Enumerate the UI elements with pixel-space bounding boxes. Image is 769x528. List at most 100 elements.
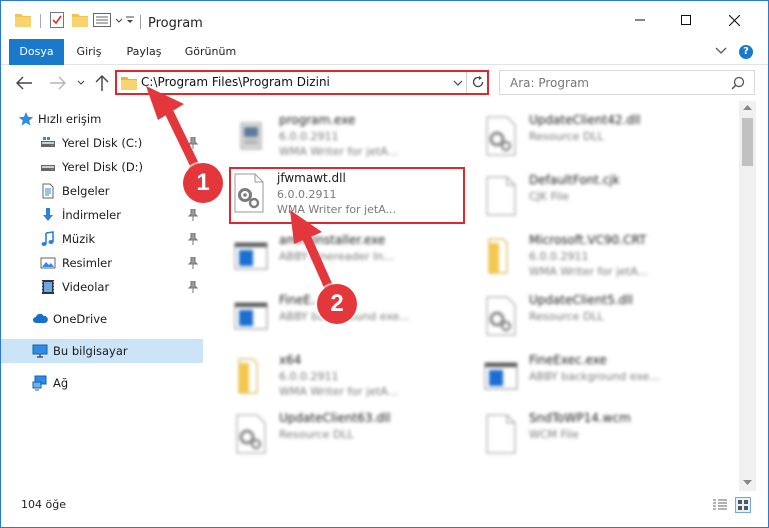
quick-access-dropdown-icon[interactable] xyxy=(125,15,135,25)
maximize-button[interactable] xyxy=(663,1,709,39)
sidebar-item-label: Bu bilgisayar xyxy=(53,344,128,358)
recent-locations-icon[interactable] xyxy=(77,79,85,87)
file-name: jfwmawt.dll xyxy=(277,171,346,185)
sidebar-item-label: Hızlı erişim xyxy=(38,112,102,126)
vertical-scrollbar[interactable] xyxy=(739,101,756,491)
list-item[interactable]: UpdateClient5.dll Resource DLL xyxy=(457,289,693,345)
file-version: 6.0.0.2911 xyxy=(529,250,589,263)
large-icons-view-button[interactable] xyxy=(735,497,751,513)
pin-icon[interactable] xyxy=(188,281,198,293)
list-item[interactable]: UpdateClient63.dll Resource DLL xyxy=(207,407,443,463)
search-icon[interactable] xyxy=(731,76,745,90)
list-item[interactable]: FineExec.exe ABBY background exe... xyxy=(457,349,693,405)
sidebar-item-music[interactable]: Müzik xyxy=(1,227,203,251)
file-description: Resource DLL xyxy=(529,310,604,323)
file-description: WMA Writer for jetA... xyxy=(529,265,649,278)
sidebar-item-pictures[interactable]: Resimler xyxy=(1,251,203,275)
search-box[interactable]: Ara: Program xyxy=(499,70,755,95)
list-item-target-dll[interactable]: jfwmawt.dll 6.0.0.2911 WMA Writer for je… xyxy=(229,167,465,223)
file-list-area: program.exe 6.0.0.2911 WMA Writer for je… xyxy=(205,101,739,491)
videos-icon xyxy=(42,280,54,294)
file-description: ABBY Finereader In... xyxy=(279,250,394,263)
highlighted-dll-file[interactable]: jfwmawt.dll 6.0.0.2911 WMA Writer for je… xyxy=(229,167,465,224)
pin-icon[interactable] xyxy=(188,257,198,269)
folder-icon[interactable] xyxy=(15,13,31,27)
sidebar-item-downloads[interactable]: İndirmeler xyxy=(1,203,203,227)
pin-icon[interactable] xyxy=(188,185,198,197)
file-description: WMA Writer for jetA... xyxy=(279,385,399,398)
close-icon xyxy=(728,14,740,26)
sidebar-item-label: İndirmeler xyxy=(62,208,121,222)
address-path[interactable]: C:\Program Files\Program Dizini xyxy=(141,75,330,89)
minimize-button[interactable] xyxy=(617,1,663,39)
back-arrow-icon[interactable] xyxy=(15,75,33,91)
sidebar-item-label: Resimler xyxy=(62,256,112,270)
dll-icon xyxy=(236,414,266,454)
sidebar-item-local-disk-d[interactable]: Yerel Disk (D:) xyxy=(1,155,203,179)
status-bar: 104 öğe xyxy=(1,491,768,527)
list-item[interactable]: program.exe 6.0.0.2911 WMA Writer for je… xyxy=(207,109,443,165)
chevron-down-icon[interactable] xyxy=(715,46,727,56)
pin-icon[interactable] xyxy=(188,209,198,221)
sidebar-item-label: Videolar xyxy=(62,280,110,294)
sidebar-item-label: Yerel Disk (D:) xyxy=(62,160,144,174)
tab-home[interactable]: Giriş xyxy=(67,39,111,65)
file-description: Resource DLL xyxy=(529,130,604,143)
title-bar: Program xyxy=(1,1,768,39)
file-description: ABBY background exe... xyxy=(279,310,410,323)
properties-check-icon[interactable] xyxy=(50,12,64,28)
view-properties-icon[interactable] xyxy=(93,13,111,27)
tab-share[interactable]: Paylaş xyxy=(119,39,169,65)
file-name: program.exe xyxy=(279,113,356,127)
quick-access-separator xyxy=(40,14,41,28)
pictures-icon xyxy=(40,257,56,269)
list-item[interactable]: FineE...e ABBY background exe... xyxy=(207,289,443,345)
pin-icon[interactable] xyxy=(188,161,198,173)
pin-icon[interactable] xyxy=(188,137,198,149)
music-icon xyxy=(41,231,54,246)
list-item[interactable]: Microsoft.VC90.CRT 6.0.0.2911 WMA Writer… xyxy=(457,229,693,285)
list-item[interactable]: UpdateClient42.dll Resource DLL xyxy=(457,109,693,165)
dll-icon xyxy=(486,116,516,156)
refresh-icon[interactable] xyxy=(471,75,485,89)
close-button[interactable] xyxy=(711,1,757,39)
sidebar-item-quick-access[interactable]: Hızlı erişim xyxy=(1,107,203,131)
folder-icon xyxy=(488,238,508,274)
sidebar-item-onedrive[interactable]: OneDrive xyxy=(1,307,203,331)
address-bar[interactable]: C:\Program Files\Program Dizini xyxy=(115,70,489,95)
details-view-icon[interactable] xyxy=(713,499,727,511)
sidebar-item-network[interactable]: Ağ xyxy=(1,371,203,395)
sidebar-item-this-pc[interactable]: Bu bilgisayar xyxy=(1,339,203,363)
list-item[interactable]: ammiinstaller.exe ABBY Finereader In... xyxy=(207,229,443,285)
window-icon xyxy=(234,302,268,330)
scroll-down-icon[interactable] xyxy=(743,479,752,486)
list-item[interactable]: DefaultFont.cjk CJK File xyxy=(457,169,693,225)
sidebar-item-documents[interactable]: Belgeler xyxy=(1,179,203,203)
customize-arrow-icon[interactable] xyxy=(114,15,124,25)
file-name: UpdateClient42.dll xyxy=(529,113,641,127)
list-item[interactable]: x64 6.0.0.2911 WMA Writer for jetA... xyxy=(207,349,443,405)
sidebar-item-videos[interactable]: Videolar xyxy=(1,275,203,299)
up-arrow-icon[interactable] xyxy=(94,74,110,92)
tab-file[interactable]: Dosya xyxy=(9,39,64,65)
new-folder-icon[interactable] xyxy=(72,13,88,27)
document-icon xyxy=(42,183,54,199)
search-input[interactable]: Ara: Program xyxy=(510,76,589,90)
file-description: WCM File xyxy=(529,428,579,441)
pin-icon[interactable] xyxy=(188,233,198,245)
ribbon-tabs: Dosya Giriş Paylaş Görünüm ? xyxy=(1,39,768,65)
scroll-up-icon[interactable] xyxy=(743,104,752,111)
forward-arrow-icon[interactable] xyxy=(49,75,67,91)
scrollbar-thumb[interactable] xyxy=(742,118,753,166)
list-item[interactable]: SndToWP14.wcm WCM File xyxy=(457,407,693,463)
file-description: CJK File xyxy=(529,190,570,203)
chevron-down-icon[interactable] xyxy=(453,78,463,88)
file-name: UpdateClient63.dll xyxy=(279,411,391,425)
sidebar-item-local-disk-c[interactable]: Yerel Disk (C:) xyxy=(1,131,203,155)
file-name: DefaultFont.cjk xyxy=(529,173,620,187)
drive-icon xyxy=(41,165,55,171)
dll-icon xyxy=(486,296,516,336)
tab-view[interactable]: Görünüm xyxy=(178,39,243,65)
help-icon[interactable]: ? xyxy=(739,45,753,59)
tiles-view-icon xyxy=(738,500,748,510)
